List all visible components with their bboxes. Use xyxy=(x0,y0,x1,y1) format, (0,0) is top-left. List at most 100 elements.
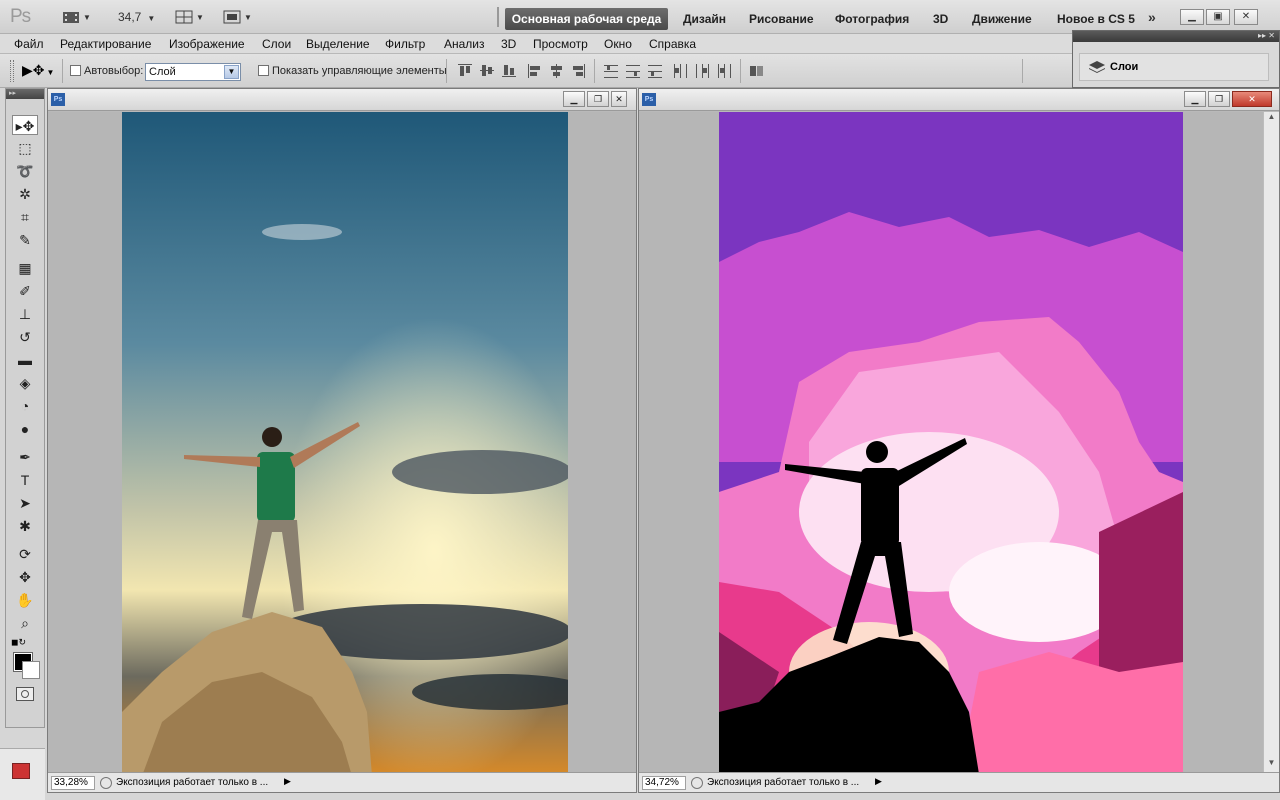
menu-layers[interactable]: Слои xyxy=(262,37,291,51)
photo-posterized[interactable] xyxy=(719,112,1183,774)
blur-tool-icon[interactable]: ◔ xyxy=(12,396,38,416)
menu-window[interactable]: Окно xyxy=(604,37,632,51)
photoshop-logo: Ps xyxy=(10,6,31,27)
layers-panel-tab[interactable]: Слои xyxy=(1079,53,1269,81)
distribute-hcenter-icon[interactable] xyxy=(696,64,709,78)
brush-tool-icon[interactable]: ✐ xyxy=(12,281,38,301)
workspace-3d[interactable]: 3D xyxy=(927,8,954,30)
menu-file[interactable]: Файл xyxy=(14,37,44,51)
more-workspaces-button[interactable]: » xyxy=(1148,9,1156,25)
paint-bucket-tool-icon[interactable]: ◈ xyxy=(12,373,38,393)
document-1-zoom-field[interactable]: 33,28% xyxy=(51,776,95,790)
document-1-status-text[interactable]: Экспозиция работает только в ... xyxy=(116,777,268,788)
distribute-left-icon[interactable] xyxy=(674,64,687,78)
scroll-down-icon[interactable]: ▼ xyxy=(1264,758,1279,772)
close-button[interactable]: ✕ xyxy=(1234,9,1258,25)
document-window-2: Ps ▁ ❐ ✕ ▲ ▼ 34,72% Экспозиция работает … xyxy=(638,88,1280,793)
document-2-titlebar[interactable]: Ps ▁ ❐ ✕ xyxy=(639,89,1279,111)
pen-tool-icon[interactable]: ✒ xyxy=(12,447,38,467)
divider xyxy=(497,7,499,27)
minimize-button[interactable]: ▁ xyxy=(1184,91,1206,107)
workspace-photography[interactable]: Фотография xyxy=(829,8,915,30)
distribute-vcenter-icon[interactable] xyxy=(626,65,640,78)
workspace-essentials[interactable]: Основная рабочая среда xyxy=(505,8,668,30)
menu-view[interactable]: Просмотр xyxy=(533,37,588,51)
document-thumbnail-icon[interactable] xyxy=(12,763,30,779)
quick-mask-icon[interactable] xyxy=(16,687,34,701)
document-2-status-bar: 34,72% Экспозиция работает только в ... … xyxy=(639,772,1279,792)
lasso-tool-icon[interactable]: ➰ xyxy=(12,161,38,181)
minimize-button[interactable]: ▁ xyxy=(1180,9,1204,25)
chevron-down-icon: ▼ xyxy=(224,65,239,79)
screen-mode-icon xyxy=(223,10,241,24)
arrange-documents-button[interactable]: ▼ xyxy=(175,8,204,26)
menu-filter[interactable]: Фильтр xyxy=(385,37,425,51)
history-brush-tool-icon[interactable]: ↺ xyxy=(12,327,38,347)
scroll-up-icon[interactable]: ▲ xyxy=(1264,112,1279,126)
shape-tool-icon[interactable]: ✱ xyxy=(12,516,38,536)
workspace-new-in-cs5[interactable]: Новое в CS 5 xyxy=(1051,8,1141,30)
photo-original[interactable] xyxy=(122,112,568,776)
bridge-button[interactable]: ▼ xyxy=(62,8,91,26)
screen-mode-button[interactable]: ▼ xyxy=(223,8,252,26)
eraser-tool-icon[interactable]: ▬ xyxy=(12,350,38,370)
document-2-status-text[interactable]: Экспозиция работает только в ... xyxy=(707,777,859,788)
minimize-button[interactable]: ▁ xyxy=(563,91,585,107)
close-button[interactable]: ✕ xyxy=(611,91,627,107)
restore-button[interactable]: ❐ xyxy=(587,91,609,107)
menu-3d[interactable]: 3D xyxy=(501,37,516,51)
eyedropper-tool-icon[interactable]: ✎ xyxy=(12,230,38,250)
status-menu-arrow-icon[interactable]: ▶ xyxy=(284,776,291,787)
distribute-top-icon[interactable] xyxy=(604,65,618,78)
show-transform-controls-checkbox[interactable] xyxy=(258,65,269,76)
tool-preset-picker[interactable]: ▶✥ ▼ xyxy=(22,62,54,79)
status-menu-arrow-icon[interactable]: ▶ xyxy=(875,776,882,787)
distribute-right-icon[interactable] xyxy=(718,64,731,78)
close-button[interactable]: ✕ xyxy=(1232,91,1272,107)
autoselect-checkbox[interactable] xyxy=(70,65,81,76)
panel-header[interactable]: ▸▸ ✕ xyxy=(1073,31,1279,42)
document-1-titlebar[interactable]: Ps ▁ ❐ ✕ xyxy=(48,89,636,111)
restore-button[interactable]: ❐ xyxy=(1208,91,1230,107)
menu-edit[interactable]: Редактирование xyxy=(60,37,151,51)
quick-selection-tool-icon[interactable]: ✲ xyxy=(12,184,38,204)
3d-orbit-tool-icon[interactable]: ✥ xyxy=(12,567,38,587)
marquee-tool-icon[interactable]: ⬚ xyxy=(12,138,38,158)
autoselect-dropdown[interactable]: Слой ▼ xyxy=(145,63,241,81)
workspace-design[interactable]: Дизайн xyxy=(677,8,732,30)
type-tool-icon[interactable]: T xyxy=(12,470,38,490)
background-color-swatch[interactable] xyxy=(22,661,40,679)
hand-tool-icon[interactable]: ✋ xyxy=(12,590,38,610)
align-right-icon[interactable] xyxy=(573,64,585,78)
move-tool-icon[interactable]: ▸✥ xyxy=(12,115,38,135)
dodge-tool-icon[interactable]: ● xyxy=(12,419,38,439)
align-hcenter-icon[interactable] xyxy=(551,64,562,78)
clone-stamp-tool-icon[interactable]: ⊥ xyxy=(12,304,38,324)
distribute-bottom-icon[interactable] xyxy=(648,65,662,78)
maximize-button[interactable]: ▣ xyxy=(1206,9,1230,25)
minimized-document-tray xyxy=(0,748,45,800)
application-bar: Ps ▼ 34,7 ▼ ▼ ▼ Основная рабочая среда Ди… xyxy=(0,0,1280,34)
default-colors-icon[interactable]: ◼↻ xyxy=(11,637,26,648)
workspace-painting[interactable]: Рисование xyxy=(743,8,820,30)
3d-rotate-tool-icon[interactable]: ⟳ xyxy=(12,544,38,564)
document-2-zoom-field[interactable]: 34,72% xyxy=(642,776,686,790)
path-selection-tool-icon[interactable]: ➤ xyxy=(12,493,38,513)
document-2-vertical-scrollbar[interactable]: ▲ ▼ xyxy=(1263,112,1279,772)
crop-tool-icon[interactable]: ⌗ xyxy=(12,207,38,227)
menu-help[interactable]: Справка xyxy=(649,37,696,51)
spot-healing-tool-icon[interactable]: ▦ xyxy=(12,258,38,278)
menu-image[interactable]: Изображение xyxy=(169,37,245,51)
auto-align-layers-icon[interactable] xyxy=(750,66,763,76)
menu-analysis[interactable]: Анализ xyxy=(444,37,485,51)
tools-panel-header[interactable]: ▸▸ xyxy=(6,89,44,99)
align-bottom-icon[interactable] xyxy=(502,65,516,77)
align-vcenter-icon[interactable] xyxy=(480,65,494,76)
align-left-icon[interactable] xyxy=(528,64,540,78)
zoom-tool-icon[interactable]: ⌕ xyxy=(12,613,38,633)
menu-select[interactable]: Выделение xyxy=(306,37,370,51)
workspace-motion[interactable]: Движение xyxy=(966,8,1038,30)
layers-panel: ▸▸ ✕ Слои xyxy=(1072,30,1280,88)
align-top-icon[interactable] xyxy=(458,64,472,76)
zoom-level-dropdown[interactable]: 34,7 ▼ xyxy=(118,10,155,24)
